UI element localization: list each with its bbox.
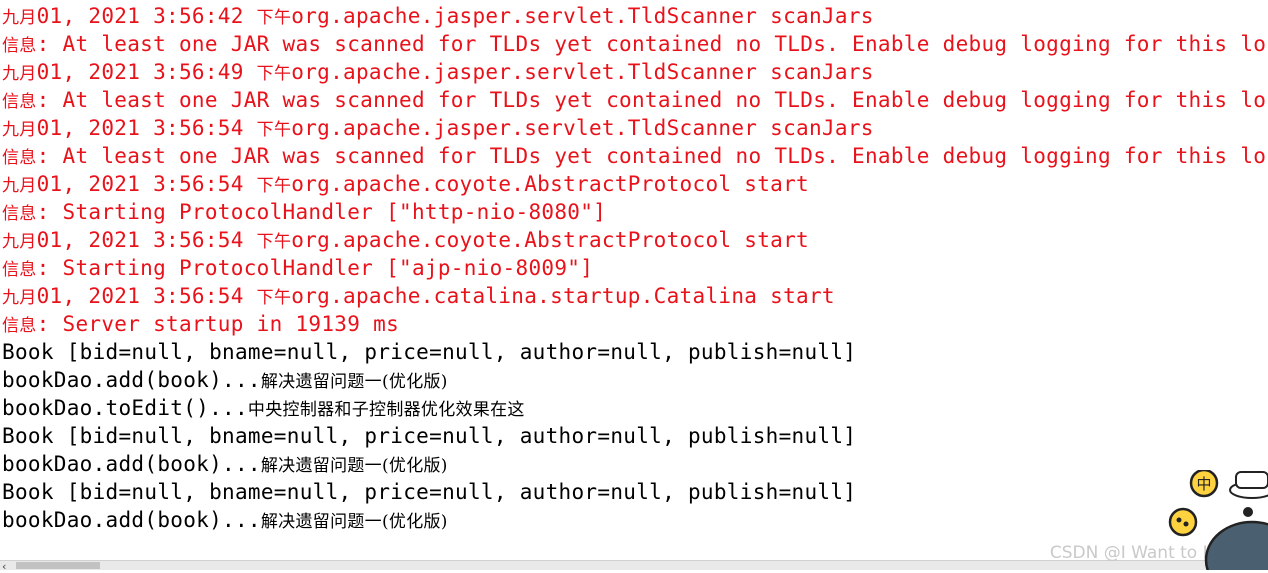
console-line: 信息: Server startup in 19139 ms xyxy=(2,310,1268,338)
console-text: org.apache.coyote.AbstractProtocol start xyxy=(291,228,809,252)
console-text: 九月 xyxy=(2,288,37,308)
console-text: 信息 xyxy=(2,92,37,112)
console-output[interactable]: 九月01, 2021 3:56:42 下午org.apache.jasper.s… xyxy=(2,2,1268,560)
console-text: org.apache.jasper.servlet.TldScanner sca… xyxy=(291,60,874,84)
console-line: 九月01, 2021 3:56:49 下午org.apache.jasper.s… xyxy=(2,58,1268,86)
console-line: Book [bid=null, bname=null, price=null, … xyxy=(2,422,1268,450)
console-text: 01, 2021 3:56:54 xyxy=(36,116,257,140)
console-text: 下午 xyxy=(256,120,292,140)
console-text: bookDao.toEdit()... xyxy=(2,396,248,420)
console-text: Book [bid=null, bname=null, price=null, … xyxy=(2,424,857,448)
console-text: 信息 xyxy=(2,148,37,168)
console-text: 九月 xyxy=(2,232,37,252)
scrollbar-thumb[interactable] xyxy=(16,562,100,569)
console-text: bookDao.add(book)... xyxy=(2,368,261,392)
console-line: Book [bid=null, bname=null, price=null, … xyxy=(2,338,1268,366)
console-text: org.apache.jasper.servlet.TldScanner sca… xyxy=(291,4,874,28)
console-text: 信息 xyxy=(2,36,37,56)
console-line: 信息: At least one JAR was scanned for TLD… xyxy=(2,30,1268,58)
console-text: 解决遗留问题一(优化版) xyxy=(260,456,448,476)
console-line: 九月01, 2021 3:56:54 下午org.apache.jasper.s… xyxy=(2,114,1268,142)
console-line: Book [bid=null, bname=null, price=null, … xyxy=(2,478,1268,506)
console-text: 下午 xyxy=(256,288,292,308)
console-text: 解决遗留问题一(优化版) xyxy=(260,512,448,532)
console-text: 九月 xyxy=(2,120,37,140)
console-line: 九月01, 2021 3:56:42 下午org.apache.jasper.s… xyxy=(2,2,1268,30)
console-text: 01, 2021 3:56:42 xyxy=(36,4,257,28)
console-text: 解决遗留问题一(优化版) xyxy=(260,372,448,392)
console-line: bookDao.add(book)...解决遗留问题一(优化版) xyxy=(2,366,1268,394)
console-text: 信息 xyxy=(2,204,37,224)
console-text: 信息 xyxy=(2,260,37,280)
console-text: 01, 2021 3:56:54 xyxy=(36,284,257,308)
console-text: Book [bid=null, bname=null, price=null, … xyxy=(2,340,857,364)
console-text: 01, 2021 3:56:54 xyxy=(36,172,257,196)
console-text: 01, 2021 3:56:49 xyxy=(36,60,257,84)
console-line: 信息: Starting ProtocolHandler ["http-nio-… xyxy=(2,198,1268,226)
console-line: 信息: At least one JAR was scanned for TLD… xyxy=(2,86,1268,114)
console-text: org.apache.catalina.startup.Catalina sta… xyxy=(291,284,835,308)
console-line: bookDao.toEdit()...中央控制器和子控制器优化效果在这 xyxy=(2,394,1268,422)
badge-text: 中 xyxy=(1196,475,1211,493)
console-text: 中央控制器和子控制器优化效果在这 xyxy=(247,400,525,420)
console-line: 信息: At least one JAR was scanned for TLD… xyxy=(2,142,1268,170)
console-line: 九月01, 2021 3:56:54 下午org.apache.coyote.A… xyxy=(2,170,1268,198)
console-text: 下午 xyxy=(256,64,292,84)
console-line: 九月01, 2021 3:56:54 下午org.apache.coyote.A… xyxy=(2,226,1268,254)
console-text: Book [bid=null, bname=null, price=null, … xyxy=(2,480,857,504)
console-text: 九月 xyxy=(2,176,37,196)
console-text: 信息 xyxy=(2,316,37,336)
console-text: : At least one JAR was scanned for TLDs … xyxy=(36,144,1267,168)
console-text: : Server startup in 19139 ms xyxy=(36,312,400,336)
console-text: 下午 xyxy=(256,8,292,28)
console-text: bookDao.add(book)... xyxy=(2,452,261,476)
console-line: 信息: Starting ProtocolHandler ["ajp-nio-8… xyxy=(2,254,1268,282)
console-text: bookDao.add(book)... xyxy=(2,508,261,532)
console-text: 九月 xyxy=(2,64,37,84)
console-text: 九月 xyxy=(2,8,37,28)
console-text: : Starting ProtocolHandler ["http-nio-80… xyxy=(36,200,607,224)
console-text: : Starting ProtocolHandler ["ajp-nio-800… xyxy=(36,256,594,280)
scroll-left-icon[interactable]: ‹ xyxy=(2,560,6,573)
console-line: 九月01, 2021 3:56:54 下午org.apache.catalina… xyxy=(2,282,1268,310)
console-text: 01, 2021 3:56:54 xyxy=(36,228,257,252)
console-text: : At least one JAR was scanned for TLDs … xyxy=(36,32,1267,56)
console-line: bookDao.add(book)...解决遗留问题一(优化版) xyxy=(2,506,1268,534)
console-text: : At least one JAR was scanned for TLDs … xyxy=(36,88,1267,112)
console-text: 下午 xyxy=(256,176,292,196)
mascot-icon: 中 xyxy=(1168,470,1268,570)
console-text: org.apache.coyote.AbstractProtocol start xyxy=(291,172,809,196)
console-text: 下午 xyxy=(256,232,292,252)
console-line: bookDao.add(book)...解决遗留问题一(优化版) xyxy=(2,450,1268,478)
console-text: org.apache.jasper.servlet.TldScanner sca… xyxy=(291,116,874,140)
